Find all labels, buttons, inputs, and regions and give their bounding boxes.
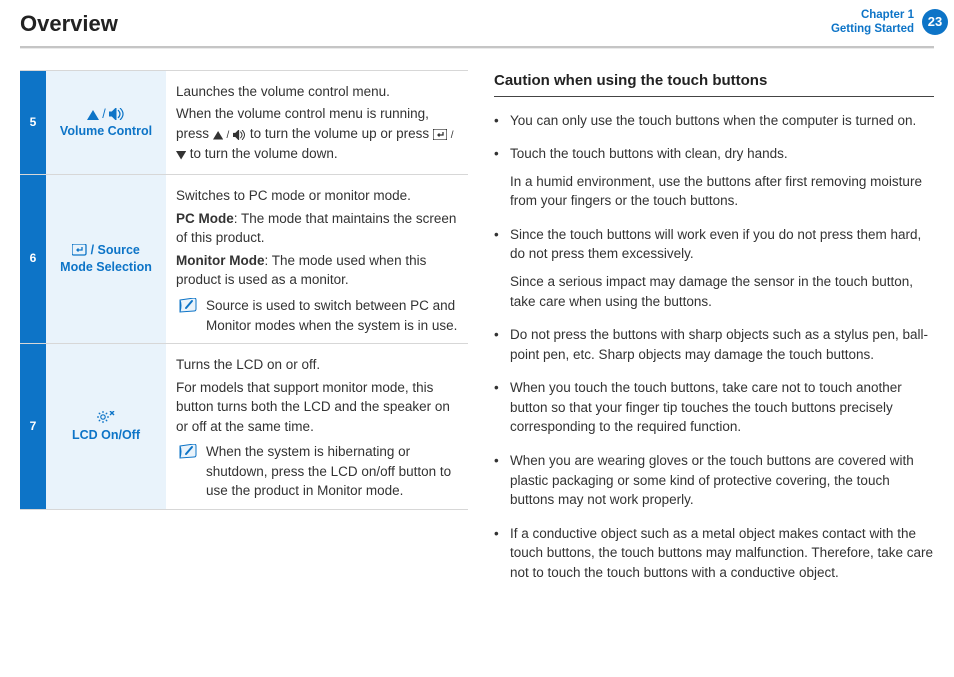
row-description: Turns the LCD on or off. For models that… (166, 344, 468, 510)
triangle-up-icon (213, 131, 223, 140)
triangle-up-icon (87, 110, 99, 120)
note-text: Source is used to switch between PC and … (206, 296, 462, 335)
chapter-label: Chapter 1 Getting Started (831, 8, 914, 37)
speaker-icon (233, 130, 246, 140)
desc-line: Monitor Mode: The mode used when this pr… (176, 251, 462, 290)
label-icons (50, 410, 162, 427)
enter-box-icon (72, 244, 87, 256)
chapter-line-1: Chapter 1 (831, 8, 914, 22)
item-text: Since the touch buttons will work even i… (510, 227, 921, 262)
table-row: 7 LCD On/Off Turns the LCD on or off. Fo… (20, 344, 468, 510)
slash: / (227, 130, 230, 141)
page-title: Overview (20, 8, 118, 40)
chapter-line-2: Getting Started (831, 22, 914, 36)
desc-line: When the volume control menu is running,… (176, 104, 462, 163)
header-right: Chapter 1 Getting Started 23 (831, 8, 948, 37)
row-number: 5 (20, 70, 46, 174)
item-text: You can only use the touch buttons when … (510, 113, 916, 128)
list-item: When you are wearing gloves or the touch… (494, 451, 934, 510)
row-label: / Source Mode Selection (46, 175, 166, 344)
label-text: LCD On/Off (50, 427, 162, 444)
desc-line: For models that support monitor mode, th… (176, 378, 462, 437)
note-block: Source is used to switch between PC and … (176, 296, 462, 335)
note-block: When the system is hibernating or shutdo… (176, 442, 462, 501)
row-number: 7 (20, 344, 46, 510)
left-column: 5 / Volume Control Launches the volume c… (20, 70, 468, 596)
list-item: Since the touch buttons will work even i… (494, 225, 934, 311)
item-text: When you touch the touch buttons, take c… (510, 380, 902, 434)
page-header: Overview Chapter 1 Getting Started 23 (0, 0, 954, 46)
slash: / (102, 107, 105, 121)
row-label: / Volume Control (46, 70, 166, 174)
list-item: Touch the touch buttons with clean, dry … (494, 144, 934, 211)
row-label: LCD On/Off (46, 344, 166, 510)
note-text: When the system is hibernating or shutdo… (206, 442, 462, 501)
note-icon (178, 298, 198, 314)
item-text: Touch the touch buttons with clean, dry … (510, 146, 788, 161)
note-icon (178, 444, 198, 460)
label-text: Mode Selection (50, 259, 162, 276)
caution-list: You can only use the touch buttons when … (494, 111, 934, 583)
table-row: 5 / Volume Control Launches the volume c… (20, 70, 468, 174)
list-item: Do not press the buttons with sharp obje… (494, 325, 934, 364)
item-text: Do not press the buttons with sharp obje… (510, 327, 928, 362)
row-number: 6 (20, 175, 46, 344)
page-number-badge: 23 (922, 9, 948, 35)
lcd-onoff-icon (97, 411, 115, 424)
label-suffix: / Source (87, 243, 140, 257)
label-text: Volume Control (50, 123, 162, 140)
controls-table: 5 / Volume Control Launches the volume c… (20, 70, 468, 510)
content-columns: 5 / Volume Control Launches the volume c… (0, 48, 954, 596)
desc-line: PC Mode: The mode that maintains the scr… (176, 209, 462, 248)
section-heading: Caution when using the touch buttons (494, 70, 934, 97)
item-subtext: Since a serious impact may damage the se… (510, 272, 934, 311)
item-text: If a conductive object such as a metal o… (510, 526, 933, 580)
slash: / (451, 130, 454, 141)
row-description: Switches to PC mode or monitor mode. PC … (166, 175, 468, 344)
row-description: Launches the volume control menu. When t… (166, 70, 468, 174)
list-item: You can only use the touch buttons when … (494, 111, 934, 131)
desc-line: Launches the volume control menu. (176, 82, 462, 102)
desc-line: Turns the LCD on or off. (176, 355, 462, 375)
label-icons: / (50, 106, 162, 123)
speaker-icon (109, 108, 125, 120)
right-column: Caution when using the touch buttons You… (494, 70, 934, 596)
item-subtext: In a humid environment, use the buttons … (510, 172, 934, 211)
table-row: 6 / Source Mode Selection Switches to PC… (20, 175, 468, 344)
list-item: If a conductive object such as a metal o… (494, 524, 934, 583)
label-icons: / Source (50, 242, 162, 259)
item-text: When you are wearing gloves or the touch… (510, 453, 914, 507)
list-item: When you touch the touch buttons, take c… (494, 378, 934, 437)
enter-box-icon (433, 129, 447, 140)
triangle-down-icon (176, 151, 186, 160)
desc-line: Switches to PC mode or monitor mode. (176, 186, 462, 206)
